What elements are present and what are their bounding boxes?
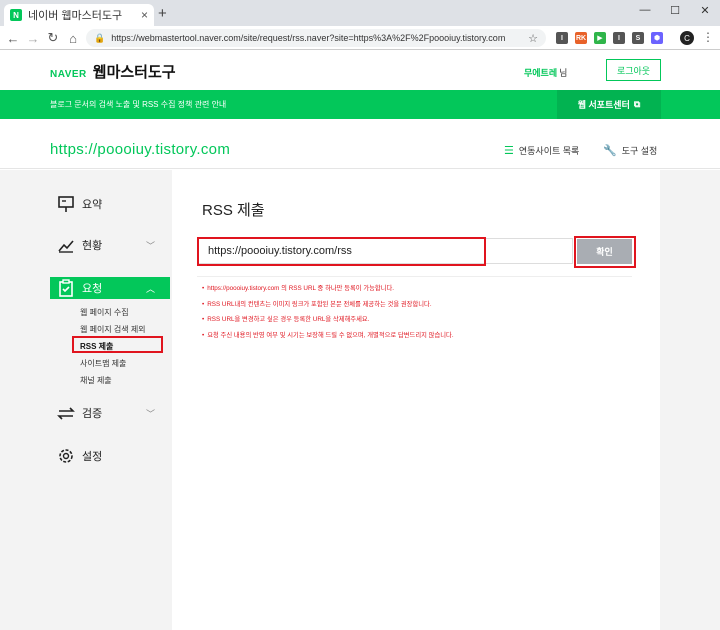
sidebar-item-status[interactable]: 현황 ﹀ [50,234,170,256]
sidebar-sub-webpage-collect[interactable]: 웹 페이지 수집 [80,307,129,318]
notice-item: 요청 주신 내용의 반영 여부 및 시기는 보장해 드릴 수 없으며, 개별적으… [202,330,453,339]
url-text: https://webmastertool.naver.com/site/req… [111,33,506,43]
reload-icon[interactable]: ↻ [44,29,62,47]
back-icon[interactable]: ← [4,29,22,47]
home-icon[interactable]: ⌂ [64,29,82,47]
swap-arrows-icon [56,403,76,423]
notice-list: https://poooiuy.tistory.com 의 RSS URL 중 … [202,283,454,345]
tool-settings-label: 도구 설정 [621,146,658,156]
sidebar-item-summary[interactable]: 요약 [50,193,170,215]
sidebar-sub-webpage-exclude[interactable]: 웹 페이지 검색 제외 [80,324,146,335]
user-name[interactable]: 무에트레 님 [524,66,567,79]
extension-icon[interactable]: I [556,32,568,44]
sidebar-label-request: 요청 [82,283,103,295]
main-area: 요약 현황 ﹀ 요청 ︿ 웹 페이지 수집 웹 페이지 검색 제외 RSS 제출… [0,170,720,630]
lock-icon: 🔒 [94,32,106,43]
close-window-button[interactable]: ✕ [690,0,720,20]
chevron-down-icon: ﹀ [146,240,156,251]
profile-avatar[interactable]: C [680,31,694,45]
sidebar-item-settings[interactable]: 설정 [50,445,170,467]
support-center-button[interactable]: 웹 서포트센터 ⧉ [557,90,661,119]
presentation-icon [56,194,76,214]
url-field[interactable]: 🔒 https://webmastertool.naver.com/site/r… [86,29,546,47]
user-honorific: 님 [559,68,568,78]
content-panel: RSS 제출 https://poooiuy.tistory.com/rss 확… [172,170,660,630]
minimize-button[interactable]: — [630,0,660,20]
site-bar: https://poooiuy.tistory.com ☰ 연동사이트 목록 🔧… [0,119,720,169]
sidebar-sub-channel-submit[interactable]: 채널 제출 [80,375,112,386]
highlight-rss-input [197,237,486,266]
sidebar-item-request[interactable]: 요청 ︿ [50,277,170,299]
wrench-icon: 🔧 [603,145,617,157]
highlight-confirm-button [574,236,636,268]
notice-item: https://poooiuy.tistory.com 의 RSS URL 중 … [202,283,454,292]
sidebar-item-verify[interactable]: 검증 ﹀ [50,402,170,424]
tab-title: 네이버 웹마스터도구 [28,10,123,22]
site-header: NAVER 웹마스터도구 무에트레 님 로그아웃 [0,50,720,90]
user-id: 무에트레 [524,68,558,78]
browser-tab[interactable]: N 네이버 웹마스터도구 × [4,4,154,26]
sidebar-label-verify: 검증 [82,408,103,420]
scrollbar[interactable] [712,170,720,630]
sidebar-label-summary: 요약 [82,199,103,211]
extension-icon[interactable]: RK [575,32,587,44]
site-list-label: 연동사이트 목록 [518,146,580,156]
list-icon: ☰ [504,145,514,157]
notice-item: RSS URL을 변경하고 싶은 경우 등록한 URL을 삭제해주세요. [202,314,454,323]
logout-button[interactable]: 로그아웃 [606,59,661,81]
address-bar: ← → ↻ ⌂ 🔒 https://webmastertool.naver.co… [0,26,720,50]
browser-menu-icon[interactable]: ⋮ [702,30,714,44]
external-link-icon: ⧉ [633,99,641,109]
gear-icon [56,446,76,466]
clipboard-check-icon [56,278,76,298]
notice-item: RSS URL내의 컨텐츠는 이미지 링크가 포함된 본문 전체를 제공하는 것… [202,299,454,308]
sidebar-label-settings: 설정 [82,451,103,463]
banner-notice-link[interactable]: 블로그 문서의 검색 노출 및 RSS 수집 정책 관련 안내 [50,99,226,110]
new-tab-button[interactable]: + [158,5,167,22]
page: NAVER 웹마스터도구 무에트레 님 로그아웃 블로그 문서의 검색 노출 및 … [0,50,720,630]
extension-icon[interactable]: I [613,32,625,44]
bookmark-star-icon[interactable]: ☆ [528,32,538,45]
forward-icon[interactable]: → [24,29,42,47]
site-list-button[interactable]: ☰ 연동사이트 목록 [504,144,579,157]
sidebar-sub-sitemap-submit[interactable]: 사이트맵 제출 [80,358,126,369]
service-name: 웹마스터도구 [92,64,176,81]
tab-close-icon[interactable]: × [141,8,148,22]
extension-icon[interactable]: ▶ [594,32,606,44]
notice-banner: 블로그 문서의 검색 노출 및 RSS 수집 정책 관련 안내 웹 서포트센터 … [0,90,720,119]
sidebar-label-status: 현황 [82,240,103,252]
browser-tab-bar: N 네이버 웹마스터도구 × + — ☐ ✕ [0,0,720,26]
support-label: 웹 서포트센터 [577,100,630,110]
current-site-url: https://poooiuy.tistory.com [50,141,231,158]
highlight-rss-menu [72,336,163,353]
chevron-down-icon: ﹀ [146,408,156,419]
chevron-up-icon: ︿ [146,283,156,294]
logo[interactable]: NAVER 웹마스터도구 [50,61,176,82]
naver-brand: NAVER [50,69,87,80]
maximize-button[interactable]: ☐ [660,0,690,20]
chart-icon [56,235,76,255]
page-title: RSS 제출 [202,202,265,219]
tool-settings-button[interactable]: 🔧 도구 설정 [603,144,657,157]
extension-icon[interactable]: ⬢ [651,32,663,44]
sidebar: 요약 현황 ﹀ 요청 ︿ 웹 페이지 수집 웹 페이지 검색 제외 RSS 제출… [50,170,170,630]
extension-icon[interactable]: S [632,32,644,44]
divider [197,276,632,277]
naver-favicon-icon: N [10,9,22,21]
